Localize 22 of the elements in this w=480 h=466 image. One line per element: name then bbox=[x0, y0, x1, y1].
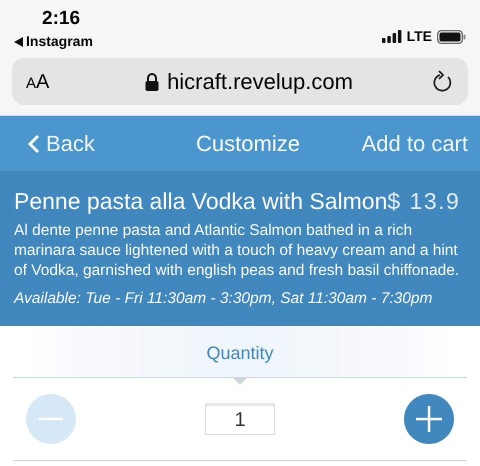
back-chevron-icon[interactable] bbox=[28, 134, 40, 154]
url-text: hicraft.revelup.com bbox=[167, 68, 353, 96]
minus-icon bbox=[39, 417, 63, 421]
battery-icon bbox=[437, 30, 466, 44]
quantity-label: Quantity bbox=[206, 342, 274, 365]
back-arrow-icon[interactable] bbox=[14, 36, 23, 46]
clock-time: 2:16 bbox=[42, 7, 82, 31]
signal-icon bbox=[382, 30, 402, 43]
lock-icon bbox=[145, 72, 160, 90]
product-name: Penne pasta alla Vodka with Salmon bbox=[14, 187, 388, 215]
quantity-field[interactable]: 1 bbox=[205, 403, 275, 435]
back-to-app-link[interactable]: Instagram bbox=[26, 31, 93, 52]
reload-icon[interactable] bbox=[432, 70, 454, 94]
page-title: Customize bbox=[195, 130, 301, 158]
plus-icon bbox=[416, 406, 442, 432]
product-description: Al dente penne pasta and Atlantic Salmon bathed in a rich marinara sauce lightened with a touch of heavy cream and a hint of Vodka, garnished with english peas and fresh basil chiffonade. bbox=[14, 221, 460, 281]
product-price: $ 13.9 bbox=[387, 187, 460, 215]
availability-text: Available: Tue - Fri 11:30am - 3:30pm, Sat 11:30am - 7:30pm bbox=[14, 289, 434, 309]
increase-button[interactable] bbox=[404, 394, 454, 444]
address-bar[interactable]: AA hicraft.revelup.com bbox=[12, 58, 468, 105]
network-type: LTE bbox=[406, 27, 432, 46]
text-size-button[interactable]: AA bbox=[26, 66, 126, 96]
